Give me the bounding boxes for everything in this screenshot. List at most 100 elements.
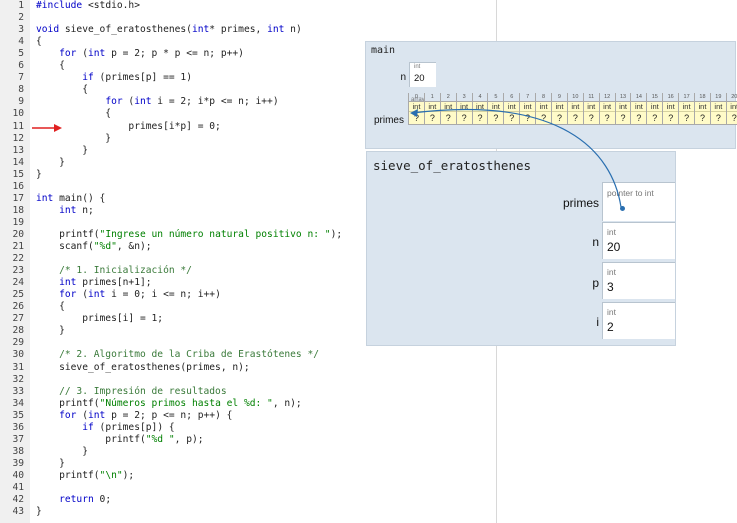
line-number: 35 [12,409,24,421]
code-line[interactable]: 35 for (int p = 2; p <= n; p++) { [0,410,496,422]
main-frame-title: main [371,45,396,56]
array-cell[interactable]: 5 int? [488,93,505,125]
array-cell-value: ? [615,111,631,125]
line-number: 1 [18,0,24,11]
array-cell[interactable]: 12 int? [599,93,616,125]
line-number: 2 [18,12,24,24]
code-text: printf("\n"); [36,469,135,481]
code-text: } [36,506,42,518]
array-cell[interactable]: 13 int? [615,93,632,125]
code-line[interactable]: 40 printf("\n"); [0,470,496,482]
array-cell-value: ? [663,111,679,125]
array-cell[interactable]: 4 int? [472,93,489,125]
array-cell[interactable]: 0 int? [408,93,425,125]
line-number: 11 [12,120,24,132]
primes-array[interactable]: 0 int? 1 int? 2 int? 3 int? 4 int? 5 int? 6 int? 7 int?… [408,93,737,125]
line-number: 23 [12,265,24,277]
array-cell-type: int [710,101,726,111]
code-line[interactable]: 1 #include <stdio.h> [0,0,496,12]
array-index: 20 [731,94,737,100]
array-cell[interactable]: 14 int? [631,93,648,125]
code-text: int main() { [36,192,106,204]
code-line[interactable]: 43} [0,506,496,518]
array-cell-type: int [631,101,647,111]
array-cell[interactable]: 7 int? [520,93,537,125]
sieve-i-value-box[interactable]: int 2 [602,302,675,339]
array-cell[interactable]: 15 int? [647,93,664,125]
line-number: 40 [12,469,24,481]
line-number: 43 [12,506,24,518]
array-cell[interactable]: 20int? [726,93,737,125]
code-line[interactable]: 30 /* 2. Algoritmo de la Criba de Erastó… [0,349,496,361]
code-text: /* 2. Algoritmo de la Criba de Erastóten… [36,349,320,361]
code-text: scanf("%d", &n); [36,241,152,252]
array-cell-value: ? [440,111,456,125]
array-cell[interactable]: 19 int? [710,93,727,125]
array-index: 2 [446,94,450,100]
main-n-value-box[interactable]: int 20 [409,62,436,87]
array-index: 12 [604,94,611,100]
array-index: 3 [462,94,466,100]
code-text: primes[i*p] = 0; [36,120,221,132]
array-cell-type: int [679,101,695,111]
array-cell[interactable]: 6 int? [504,93,521,125]
main-n-value: 20 [414,73,425,84]
code-text: printf("Números primos hasta el %d: ", n… [36,397,302,409]
line-number: 28 [12,325,24,337]
array-cell-value: ? [456,111,472,125]
array-cell-type: int [472,101,488,111]
array-cell-type: int [520,101,536,111]
line-number: 32 [12,373,24,385]
sieve-p-label: p [592,276,599,290]
code-text: sieve_of_eratosthenes(primes, n); [36,361,250,373]
array-index: 16 [667,94,674,100]
line-number: 39 [12,457,24,469]
array-cell[interactable]: 9 int? [552,93,568,125]
array-cell[interactable]: 8 int? [536,93,553,125]
sieve-p-value: 3 [607,280,614,294]
array-cell-type: int [615,101,631,111]
sieve-primes-value-box[interactable]: pointer to int [602,182,675,221]
array-cell[interactable]: 18 int? [695,93,711,125]
sieve-p-value-box[interactable]: int 3 [602,262,675,299]
array-cell[interactable]: 1 int? [424,93,441,125]
array-cell[interactable]: 2 int? [440,93,457,125]
current-line-arrow-icon [32,124,62,132]
line-number: 3 [18,24,24,36]
code-line[interactable]: 37 printf("%d ", p); [0,434,496,446]
code-text: } [36,445,88,457]
sieve-n-value-box[interactable]: int 20 [602,222,675,259]
array-cell[interactable]: 17 int? [679,93,696,125]
code-text: for (int i = 2; i*p <= n; i++) [105,96,279,108]
code-line[interactable]: 36 if (primes[p]) { [0,422,496,434]
array-cell[interactable]: 16 int? [663,93,680,125]
code-line[interactable]: 33 // 3. Impresión de resultados [0,386,496,398]
line-number: 14 [12,156,24,168]
code-line[interactable]: 32 [0,374,496,386]
line-number: 19 [12,216,24,228]
array-cell-type: int [567,101,583,111]
array-cell-type: int [663,101,679,111]
line-number: 17 [12,192,24,204]
code-text: } [36,156,65,168]
code-line[interactable]: 42 return 0; [0,494,496,506]
line-number: 4 [18,36,24,48]
code-line[interactable]: 2 [0,12,496,24]
array-cell-type: int [504,101,520,111]
code-line[interactable]: 31 sieve_of_eratosthenes(primes, n); [0,362,496,374]
code-line[interactable]: 41 [0,482,496,494]
array-cell[interactable]: 11 int? [583,93,600,125]
line-number: 37 [12,433,24,445]
code-line[interactable]: 39 } [0,458,496,470]
code-text: void sieve_of_eratosthenes(int* primes, … [36,24,302,36]
array-index: 6 [510,94,514,100]
code-line[interactable]: 3 void sieve_of_eratosthenes(int* primes,… [0,24,496,36]
line-number: 42 [12,494,24,506]
code-line[interactable]: 38 } [0,446,496,458]
array-cell[interactable]: 3 int? [456,93,473,125]
array-cell[interactable]: 10 int? [567,93,584,125]
pointer-dot-icon [620,206,625,211]
line-number: 33 [12,385,24,397]
line-number: 27 [12,313,24,325]
code-line[interactable]: 34 printf("Números primos hasta el %d: "… [0,398,496,410]
